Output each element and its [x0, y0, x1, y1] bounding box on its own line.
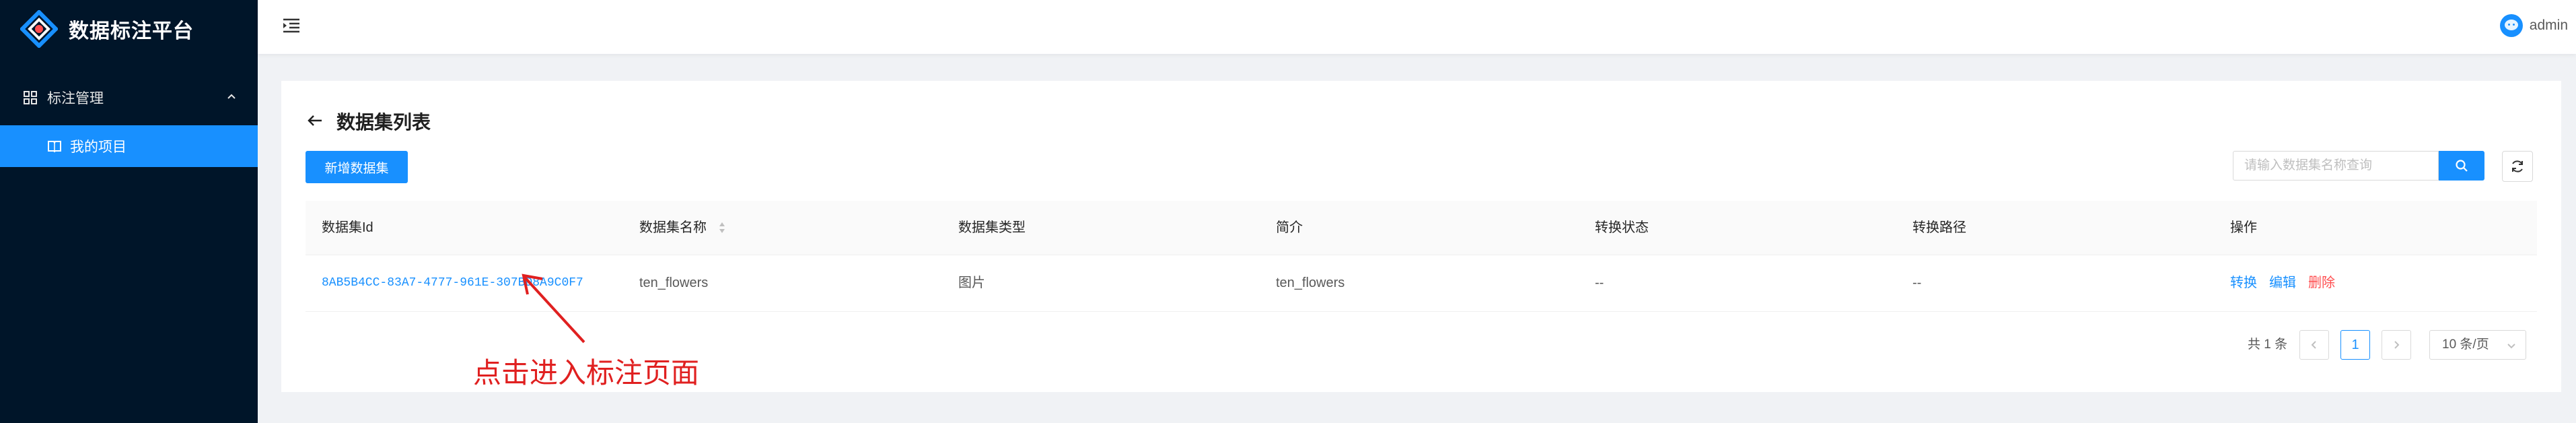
menu-fold-icon[interactable]: [281, 15, 302, 36]
page-size-value: 10 条/页: [2442, 337, 2489, 352]
column-header-name[interactable]: 数据集名称: [639, 201, 707, 255]
annotation-arrow: [522, 273, 585, 344]
table-header: 数据集Id 数据集名称 数据集类型 简介 转换状态 转换路径 操作: [306, 201, 2537, 255]
appstore-icon: [24, 91, 37, 104]
sort-icon[interactable]: [719, 221, 725, 234]
prev-page-button[interactable]: [2299, 330, 2329, 360]
page-title: 数据集列表: [336, 112, 431, 133]
total-count: 共 1 条: [2248, 337, 2288, 352]
brand[interactable]: 数据标注平台: [20, 5, 194, 53]
column-header-type: 数据集类型: [958, 220, 1026, 235]
sidebar: 数据标注平台 标注管理 我的项目: [0, 0, 258, 423]
page-1-button[interactable]: 1: [2340, 330, 2370, 360]
logo-icon: [20, 10, 58, 48]
chevron-up-icon: [227, 94, 236, 99]
chevron-right-icon: [2394, 341, 2400, 349]
reload-icon: [2512, 160, 2523, 172]
dataset-list-card: 数据集列表 新增数据集 数据集Id 数据集名称 数据集类型 简介 转换状态 转换…: [281, 81, 2561, 392]
annotation-text: 点击进入标注页面: [473, 357, 700, 389]
dataset-name-cell: ten_flowers: [639, 275, 709, 290]
convert-status-cell: --: [1595, 275, 1604, 290]
page-size-select[interactable]: 10 条/页: [2429, 330, 2526, 360]
search-input[interactable]: [2233, 151, 2439, 181]
add-dataset-button[interactable]: 新增数据集: [306, 151, 408, 183]
menu-group-annotation-management[interactable]: 标注管理: [0, 81, 258, 115]
column-header-intro: 简介: [1276, 220, 1303, 235]
next-page-button[interactable]: [2382, 330, 2411, 360]
chevron-down-icon: [2507, 344, 2515, 349]
menu-item-label: 我的项目: [70, 139, 127, 155]
search-button[interactable]: [2439, 151, 2484, 181]
table-row: 8AB5B4CC-83A7-4777-961E-307BD8A9C0F7 ten…: [306, 255, 2537, 312]
sidebar-item-my-projects[interactable]: 我的项目: [0, 125, 258, 167]
book-icon: [48, 141, 61, 153]
back-arrow-icon[interactable]: [306, 111, 324, 130]
column-header-id: 数据集Id: [322, 220, 373, 235]
menu-group-label: 标注管理: [47, 91, 104, 106]
convert-action-link[interactable]: 转换: [2230, 255, 2257, 311]
chevron-left-icon: [2311, 341, 2316, 349]
avatar: [2499, 14, 2523, 37]
dataset-type-cell: 图片: [958, 275, 985, 290]
user-menu[interactable]: admin: [2499, 12, 2568, 39]
edit-action-link[interactable]: 编辑: [2269, 255, 2296, 311]
top-header: admin: [258, 0, 2576, 54]
user-name: admin: [2529, 18, 2568, 33]
column-header-path: 转换路径: [1912, 220, 1966, 235]
refresh-button[interactable]: [2502, 151, 2533, 182]
column-header-actions: 操作: [2230, 220, 2257, 235]
search-icon: [2456, 160, 2468, 172]
convert-path-cell: --: [1912, 275, 1922, 290]
app-title: 数据标注平台: [69, 20, 194, 42]
delete-action-link[interactable]: 删除: [2308, 255, 2335, 311]
column-header-status: 转换状态: [1595, 220, 1649, 235]
dataset-intro-cell: ten_flowers: [1276, 275, 1345, 290]
